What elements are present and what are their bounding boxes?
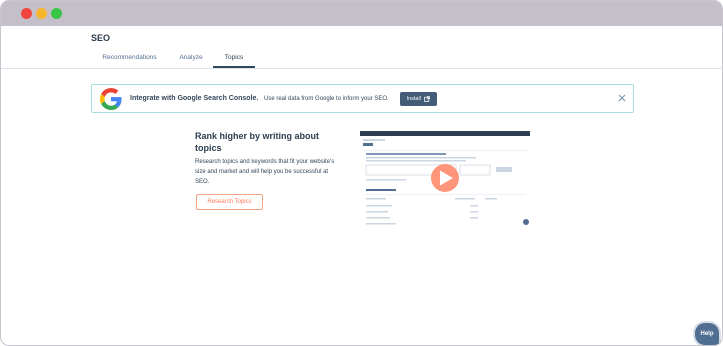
- minimize-window-button[interactable]: [36, 8, 47, 19]
- tab-topics[interactable]: Topics: [213, 49, 255, 68]
- tab-analyze[interactable]: Analyze: [169, 49, 213, 68]
- tab-recommendations[interactable]: Recommendations: [91, 49, 168, 68]
- close-icon[interactable]: [616, 92, 628, 104]
- promo-description: Research topics and keywords that fit yo…: [195, 159, 335, 185]
- app-window: SEO Recommendations Analyze Topics Integ…: [0, 0, 723, 346]
- window-titlebar: [1, 1, 722, 26]
- video-thumbnail[interactable]: [360, 131, 530, 226]
- banner-text: Use real data from Google to inform your…: [264, 95, 389, 102]
- page-title: SEO: [91, 33, 111, 43]
- tab-divider: [1, 68, 722, 69]
- banner-title: Integrate with Google Search Console.: [130, 95, 259, 102]
- video-preview-image: [360, 131, 530, 226]
- install-button-label: Install: [406, 96, 421, 102]
- install-button[interactable]: Install: [400, 92, 437, 106]
- search-console-banner: Integrate with Google Search Console. Us…: [91, 84, 634, 113]
- close-window-button[interactable]: [21, 8, 32, 19]
- maximize-window-button[interactable]: [51, 8, 62, 19]
- promo-heading: Rank higher by writing about topics: [195, 131, 320, 153]
- external-link-icon: [424, 95, 431, 102]
- google-g-icon: [100, 88, 122, 110]
- help-button[interactable]: Help: [695, 323, 719, 345]
- research-topics-button[interactable]: Research Topics: [196, 194, 263, 210]
